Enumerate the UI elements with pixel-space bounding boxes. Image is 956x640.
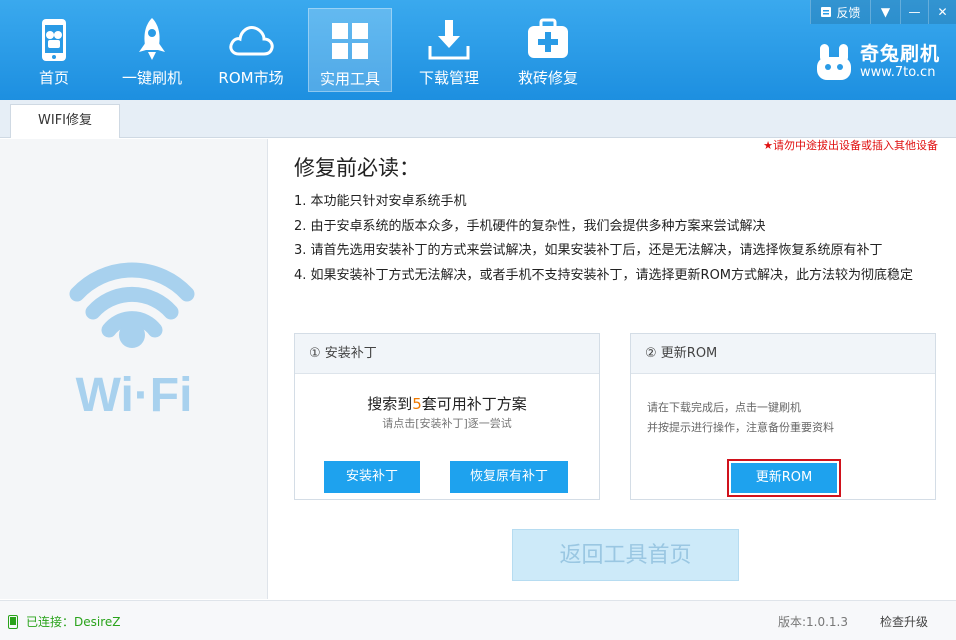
brand-url: www.7to.cn <box>859 65 936 80</box>
update-rom-highlight: 更新ROM <box>727 459 841 497</box>
note-item: 4. 如果安装补丁方式无法解决，或者手机不支持安装补丁，请选择更新ROM方式解决… <box>294 267 914 283</box>
tab-strip: WIFI修复 <box>0 100 956 138</box>
nav-label: 实用工具 <box>319 70 380 88</box>
rom-hint-line: 请在下载完成后，点击一键刷机 <box>647 401 801 414</box>
nav-label: ROM市场 <box>218 69 284 87</box>
rom-hint: 请在下载完成后，点击一键刷机 并按提示进行操作，注意备份重要资料 <box>647 398 834 438</box>
chevron-down-icon: ▼ <box>880 5 891 19</box>
nav-label: 下载管理 <box>418 69 479 87</box>
install-patch-card: ① 安装补丁 搜索到5套可用补丁方案 请点击[安装补丁]逐一尝试 安装补丁 恢复… <box>294 333 600 500</box>
nav-utilities[interactable]: 实用工具 <box>308 8 392 92</box>
nav-label: 首页 <box>38 69 69 87</box>
minimize-button[interactable]: — <box>900 0 928 24</box>
found-count: 5 <box>412 395 422 413</box>
nav-label: 救砖修复 <box>517 69 578 87</box>
status-bar: 已连接：DesireZ 版本:1.0.1.3 检查升级 <box>0 600 956 640</box>
note-item: 1. 本功能只针对安卓系统手机 <box>294 194 467 209</box>
connection-status: 已连接：DesireZ <box>8 613 120 630</box>
brand-name: 奇兔刷机 <box>859 43 940 65</box>
found-suffix: 套可用补丁方案 <box>421 395 527 413</box>
card-title: ① 安装补丁 <box>295 334 599 374</box>
restore-patch-button[interactable]: 恢复原有补丁 <box>450 461 568 493</box>
connected-device: 已连接：DesireZ <box>26 615 121 629</box>
back-to-tools-button[interactable]: 返回工具首页 <box>512 529 739 581</box>
update-rom-button[interactable]: 更新ROM <box>731 463 837 493</box>
update-rom-card: ② 更新ROM 请在下载完成后，点击一键刷机 并按提示进行操作，注意备份重要资料… <box>630 333 936 500</box>
tab-wifi-repair[interactable]: WIFI修复 <box>10 104 120 138</box>
rocket-icon <box>139 18 165 60</box>
nav-one-click-flash[interactable]: 一键刷机 <box>110 8 194 92</box>
window-controls: 反馈 ▼ — ✕ <box>810 0 956 24</box>
rabbit-logo-icon <box>816 44 851 80</box>
top-toolbar: 首页 一键刷机 ROM市场 实用工具 下载管理 救砖修复 反馈 ▼ — ✕ 奇兔… <box>0 0 956 100</box>
phone-connected-icon <box>8 614 18 629</box>
minimize-icon: — <box>908 5 921 19</box>
grid-icon <box>332 23 368 59</box>
nav-rom-market[interactable]: ROM市场 <box>209 8 293 92</box>
feedback-label: 反馈 <box>836 5 861 20</box>
note-item: 3. 请首先选用安装补丁的方式来尝试解决，如果安装补丁后，还是无法解决，请选择恢… <box>294 243 883 258</box>
nav-download-manager[interactable]: 下载管理 <box>407 8 491 92</box>
left-panel: Wi·Fi <box>0 139 268 599</box>
close-icon: ✕ <box>937 5 948 19</box>
page-title: 修复前必读： <box>294 156 420 180</box>
download-icon <box>428 20 470 60</box>
wifi-text: Wi·Fi <box>76 369 193 422</box>
notes-list: 1. 本功能只针对安卓系统手机 2. 由于安卓系统的版本众多，手机硬件的复杂性，… <box>294 190 944 288</box>
nav-brick-rescue[interactable]: 救砖修复 <box>506 8 590 92</box>
install-patch-button[interactable]: 安装补丁 <box>324 461 420 493</box>
found-prefix: 搜索到 <box>367 395 413 413</box>
first-aid-icon <box>528 18 568 58</box>
feedback-button[interactable]: 反馈 <box>810 0 870 24</box>
note-item: 2. 由于安卓系统的版本众多，手机硬件的复杂性，我们会提供多种方案来尝试解决 <box>294 218 766 234</box>
check-upgrade-link[interactable]: 检查升级 <box>880 613 928 630</box>
cloud-icon <box>229 26 274 56</box>
wifi-illustration: Wi·Fi <box>69 262 195 422</box>
wifi-dot <box>119 322 145 348</box>
warning-text: ★请勿中途拔出设备或插入其他设备 <box>763 139 938 152</box>
brand-logo: 奇兔刷机 www.7to.cn <box>814 42 940 82</box>
nav-home[interactable]: 首页 <box>12 8 96 92</box>
menu-button[interactable]: ▼ <box>870 0 900 24</box>
wifi-icon <box>69 262 195 338</box>
version-label: 版本:1.0.1.3 <box>777 615 848 629</box>
install-hint: 请点击[安装补丁]逐一尝试 <box>382 417 512 430</box>
rom-hint-line: 并按提示进行操作，注意备份重要资料 <box>647 421 834 434</box>
nav-label: 一键刷机 <box>121 69 182 87</box>
feedback-icon <box>821 7 832 17</box>
close-button[interactable]: ✕ <box>928 0 956 24</box>
found-summary: 搜索到5套可用补丁方案 <box>295 393 599 414</box>
card-title: ② 更新ROM <box>631 334 935 374</box>
phone-icon <box>42 19 66 61</box>
